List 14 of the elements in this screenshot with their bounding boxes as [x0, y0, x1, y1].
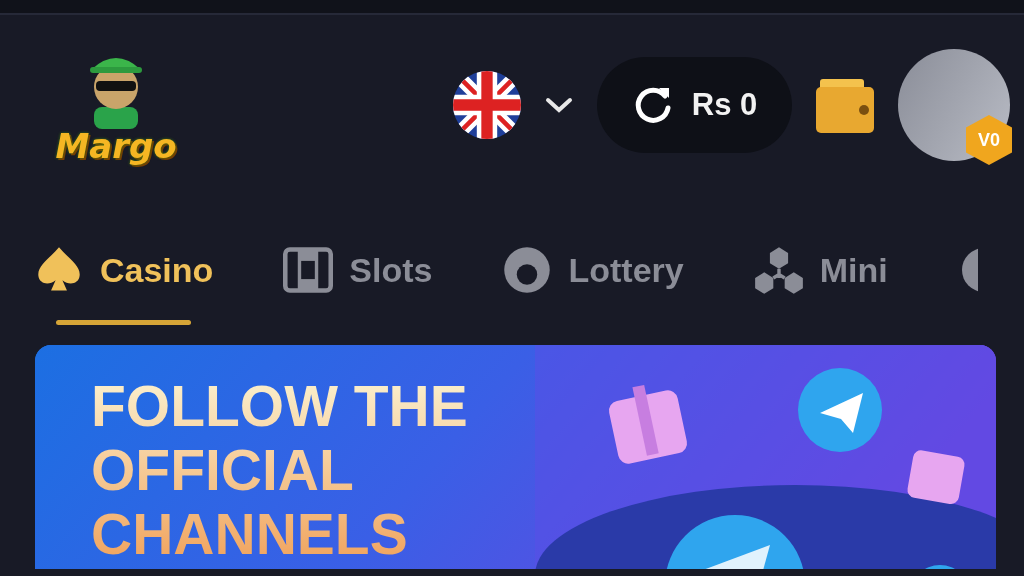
- cubes-icon: [753, 245, 804, 295]
- category-tab[interactable]: Lottery: [502, 215, 684, 325]
- ball-icon: [502, 245, 553, 295]
- category-tab[interactable]: Casino: [34, 215, 214, 325]
- wallet-icon[interactable]: [816, 77, 874, 133]
- logo-text: Margo: [55, 129, 177, 163]
- logo[interactable]: Margo: [30, 25, 202, 185]
- reels-icon: [283, 245, 334, 295]
- chevron-down-icon[interactable]: [545, 96, 573, 114]
- balance-pill[interactable]: Rs 0: [597, 57, 792, 153]
- balance-amount: Rs 0: [691, 85, 758, 124]
- category-tab[interactable]: Mini: [753, 215, 888, 325]
- category-tab[interactable]: Slots: [283, 215, 433, 325]
- banner[interactable]: FOLLOW THE OFFICIAL CHANNELS: [35, 345, 996, 569]
